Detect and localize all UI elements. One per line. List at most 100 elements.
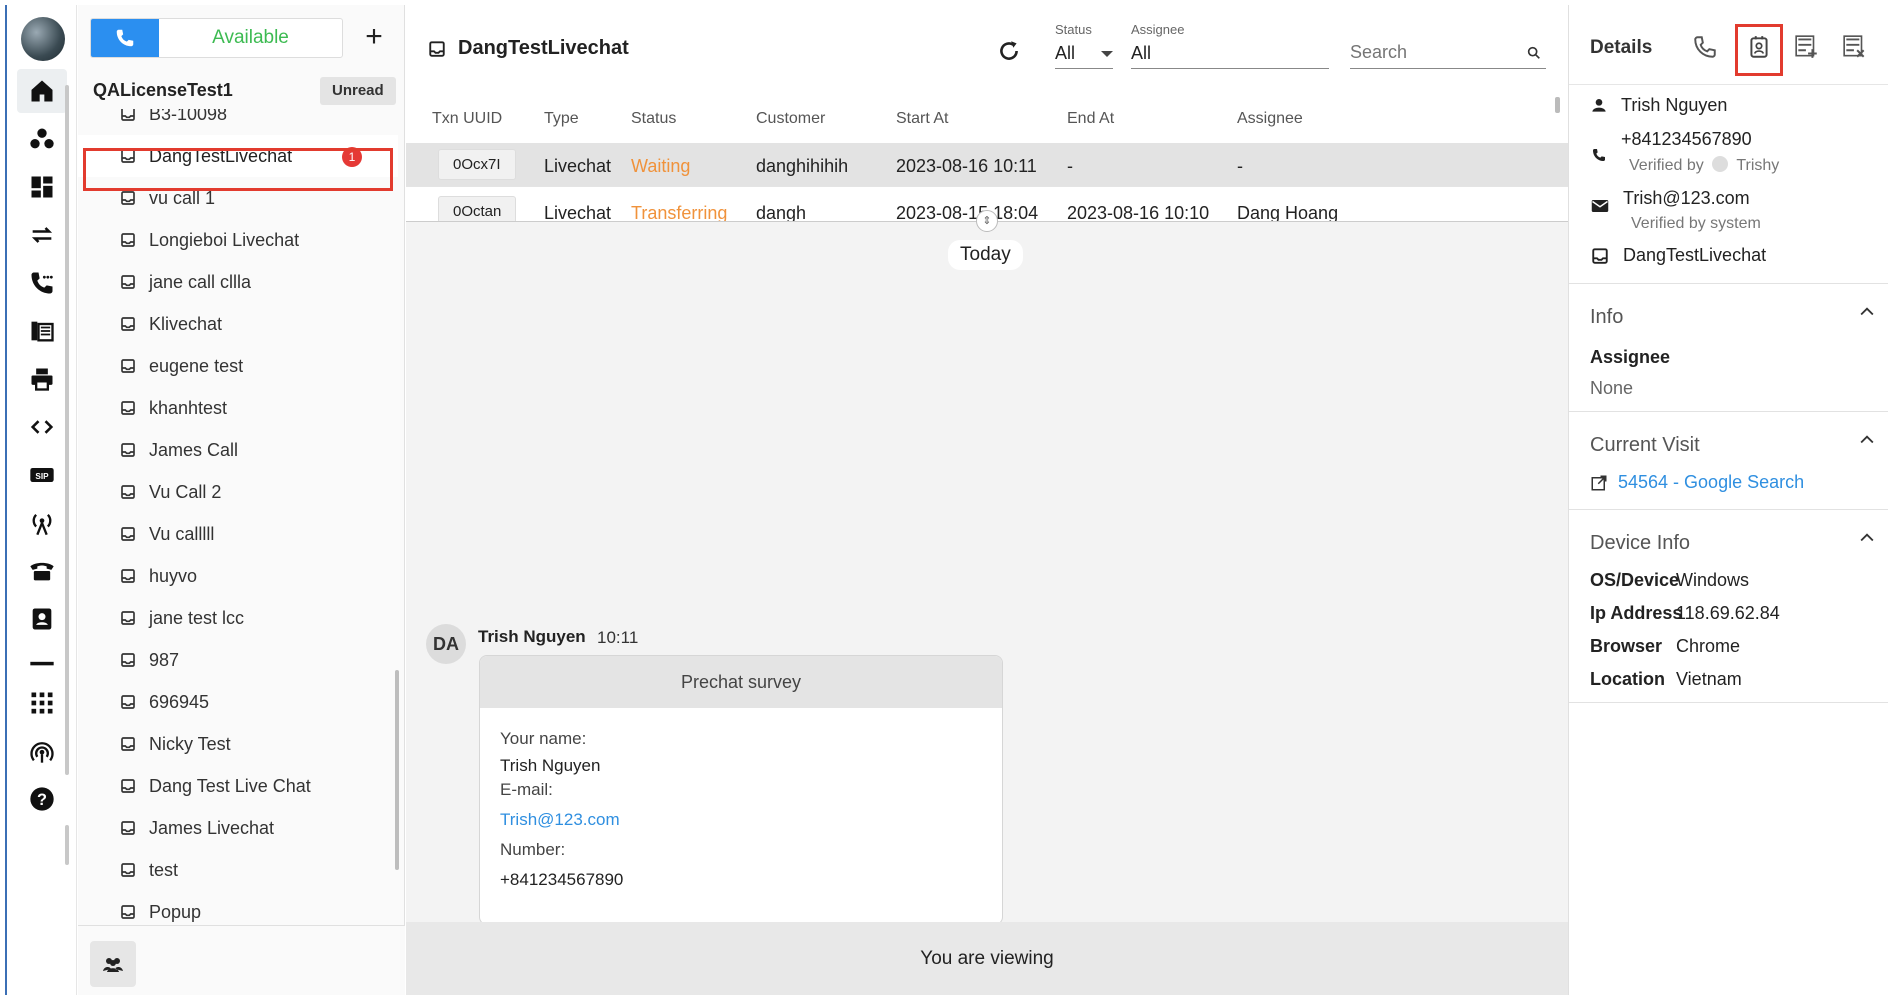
assignee-filter[interactable]: Assignee All: [1131, 22, 1329, 69]
team-button[interactable]: [90, 941, 136, 987]
search-icon[interactable]: [1526, 45, 1542, 61]
inbox-icon: [121, 779, 135, 793]
table-cell-assignee: Dang Hoang: [1237, 203, 1339, 222]
assignee-filter-value[interactable]: All: [1131, 43, 1329, 69]
rail-scrollbar-lower[interactable]: [65, 825, 69, 865]
inbox-item-label: James Call: [149, 439, 239, 460]
contact-phone-row: +841234567890 Verified by Trishy: [1591, 129, 1779, 175]
inbox-icon: [121, 443, 135, 457]
contact-phone[interactable]: +841234567890: [1621, 129, 1779, 150]
inbox-item-label: Longieboi Livechat: [149, 229, 300, 250]
inbox-item[interactable]: James Livechat: [78, 807, 398, 849]
sender-name: Trish Nguyen: [478, 627, 586, 646]
visit-link-row[interactable]: 54564 - Google Search: [1590, 472, 1804, 493]
unread-filter-button[interactable]: Unread: [320, 77, 396, 105]
inbox-item[interactable]: Popup: [78, 891, 398, 929]
availability-status[interactable]: Available: [159, 19, 342, 57]
inbox-item-label: khanhtest: [149, 397, 228, 418]
inbox-item[interactable]: B3-10098: [78, 109, 398, 135]
column-header[interactable]: Start At: [896, 110, 948, 128]
directory-icon[interactable]: [17, 309, 67, 353]
inbox-item[interactable]: vu call 1: [78, 177, 398, 219]
chevron-up-icon[interactable]: [1857, 430, 1877, 450]
fax-icon[interactable]: [17, 357, 67, 401]
inbox-item[interactable]: huyvo: [78, 555, 398, 597]
chevron-up-icon[interactable]: [1857, 302, 1877, 322]
resize-handle-icon[interactable]: ⇕: [976, 210, 998, 232]
home-icon[interactable]: [17, 69, 67, 113]
user-avatar[interactable]: [21, 17, 65, 61]
inbox-item[interactable]: Nicky Test: [78, 723, 398, 765]
inbox-item[interactable]: Vu calllll: [78, 513, 398, 555]
contact-name-row: Trish Nguyen: [1591, 95, 1727, 116]
sip-icon[interactable]: SIP: [17, 453, 67, 497]
table-row[interactable]: 0Ocx7I Livechat Waiting danghihihih 2023-08-…: [406, 143, 1568, 187]
column-header[interactable]: Customer: [756, 110, 825, 128]
visit-link[interactable]: 54564 - Google Search: [1618, 472, 1804, 493]
column-header[interactable]: Type: [544, 110, 579, 128]
device-info-label: OS/Device: [1590, 570, 1680, 590]
chat-area: ⇕ Today DA Trish Nguyen 10:11 Prechat su…: [406, 210, 1568, 925]
table-scrollbar[interactable]: [1555, 97, 1560, 113]
status-filter-select[interactable]: All: [1055, 43, 1113, 69]
call-icon[interactable]: [1689, 31, 1721, 63]
search-box[interactable]: [1350, 42, 1546, 69]
broadcast-icon[interactable]: [17, 729, 67, 773]
inbox-item[interactable]: jane test lcc: [78, 597, 398, 639]
column-header[interactable]: Assignee: [1237, 110, 1303, 128]
column-header[interactable]: Txn UUID: [432, 110, 502, 128]
channel-title-text: DangTestLivechat: [458, 37, 629, 59]
inbox-icon: [121, 485, 135, 499]
apps-grid-icon[interactable]: [17, 681, 67, 725]
inbox-icon: [121, 821, 135, 835]
inbox-item[interactable]: khanhtest: [78, 387, 398, 429]
add-inbox-button[interactable]: +: [358, 22, 390, 55]
inbox-item-label: jane test lcc: [149, 607, 245, 628]
phone-icon[interactable]: [91, 19, 159, 57]
inbox-item[interactable]: DangTestLivechat 1: [78, 135, 398, 177]
contacts-icon[interactable]: [17, 597, 67, 641]
txn-uuid-chip: 0Ocx7I: [438, 149, 516, 180]
inbox-item[interactable]: James Call: [78, 429, 398, 471]
inbox-item[interactable]: eugene test: [78, 345, 398, 387]
groups-icon[interactable]: [17, 117, 67, 161]
inbox-icon: [121, 109, 135, 121]
email-link[interactable]: Trish@123.com: [500, 805, 982, 835]
status-filter-label: Status: [1055, 22, 1092, 37]
inbox-group-title: QALicenseTest1: [93, 80, 233, 100]
verifier-name: Trishy: [1736, 157, 1780, 174]
message-time: 10:11: [597, 628, 639, 647]
availability-toggle[interactable]: Available: [90, 18, 343, 58]
device-info-section: Device Info OS/Device Windows Ip Address 11…: [1569, 509, 1888, 703]
inbox-item[interactable]: Klivechat: [78, 303, 398, 345]
refresh-icon[interactable]: [996, 38, 1022, 64]
code-icon[interactable]: [17, 405, 67, 449]
transfer-icon[interactable]: [17, 213, 67, 257]
rail-scrollbar[interactable]: [65, 85, 69, 775]
inbox-item[interactable]: test: [78, 849, 398, 891]
dashboard-icon[interactable]: [17, 165, 67, 209]
inbox-item[interactable]: Dang Test Live Chat: [78, 765, 398, 807]
inbox-item-label: B3-10098: [149, 109, 228, 124]
inbox-item[interactable]: jane call cllla: [78, 261, 398, 303]
column-header[interactable]: Status: [631, 110, 676, 128]
inbox-item[interactable]: Vu Call 2: [78, 471, 398, 513]
inbox-list-scrollbar[interactable]: [395, 670, 399, 870]
contact-email[interactable]: Trish@123.com: [1623, 188, 1761, 209]
call-log-icon[interactable]: [17, 261, 67, 305]
column-header[interactable]: End At: [1067, 110, 1114, 128]
help-icon[interactable]: ?: [17, 777, 67, 821]
search-input[interactable]: [1350, 42, 1510, 63]
inbox-item[interactable]: Longieboi Livechat: [78, 219, 398, 261]
inbox-item-label: vu call 1: [149, 187, 216, 208]
antenna-icon[interactable]: [17, 501, 67, 545]
inbox-item[interactable]: 987: [78, 639, 398, 681]
remove-note-icon[interactable]: [1839, 31, 1871, 63]
add-note-icon[interactable]: [1791, 31, 1823, 63]
inbox-item[interactable]: 696945: [78, 681, 398, 723]
chevron-up-icon[interactable]: [1857, 528, 1877, 548]
inbox-icon: [121, 863, 135, 877]
assignee-filter-label: Assignee: [1131, 22, 1185, 37]
desk-phone-icon[interactable]: [17, 549, 67, 593]
status-filter[interactable]: Status All: [1055, 22, 1113, 69]
